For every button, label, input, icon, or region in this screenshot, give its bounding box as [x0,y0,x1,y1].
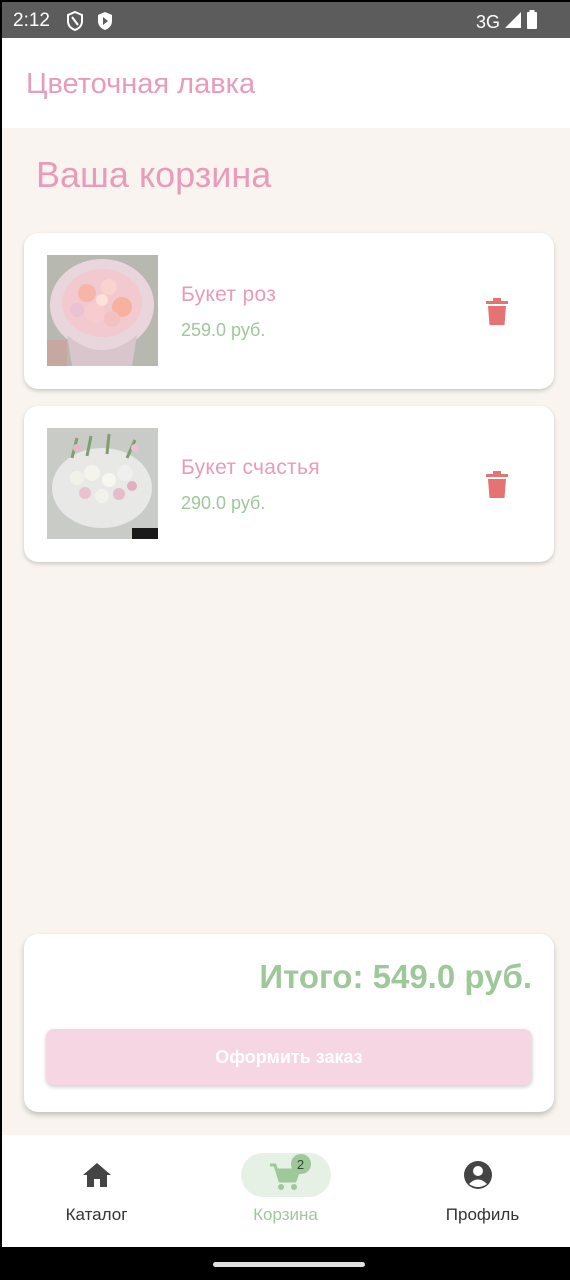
trash-icon [486,297,508,325]
page-title: Ваша корзина [36,154,272,195]
item-name: Букет счастья [181,456,320,479]
status-bar: 2:12 3G [2,2,570,38]
item-price: 290.0 руб. [181,493,266,513]
trash-icon [486,470,508,498]
checkout-button[interactable]: Оформить заказ [46,1029,532,1085]
bouquet-happiness-photo [47,428,158,539]
battery-icon [526,10,538,34]
nav-label: Профиль [445,1205,520,1224]
item-name: Букет роз [181,283,277,306]
app-bar: Цветочная лавка [2,38,570,128]
cart-item[interactable]: Букет счастья 290.0 руб. [24,406,554,562]
nav-label: Каталог [65,1205,128,1224]
shield-icon [66,10,84,36]
system-navigation-bar [2,1247,570,1280]
network-type: 3G [475,11,500,32]
play-protect-icon [96,11,114,36]
signal-icon [504,11,522,34]
home-gesture-handle[interactable] [213,1262,365,1267]
app-title: Цветочная лавка [26,68,256,100]
home-icon [82,1163,111,1187]
bottom-navigation: Каталог 2 Корзина Профиль [2,1135,570,1247]
nav-item-catalog[interactable]: Каталог [2,1135,191,1247]
nav-item-profile[interactable]: Профиль [380,1135,569,1247]
bouquet-roses-photo [47,255,158,366]
order-summary: Итого: 549.0 руб. Оформить заказ [24,934,554,1112]
delete-button[interactable] [482,466,512,502]
nav-item-cart[interactable]: 2 Корзина [191,1135,380,1247]
account-icon [464,1161,493,1189]
delete-button[interactable] [482,293,512,329]
cart-count-badge: 2 [290,1154,311,1174]
nav-label: Корзина [253,1205,318,1224]
app-screen: 2:12 3G Цветочная лавка Ваша корзина Бук… [2,2,570,1280]
cart-item[interactable]: Букет роз 259.0 руб. [24,233,554,389]
status-time: 2:12 [13,10,50,31]
total-amount: Итого: 549.0 руб. [259,958,532,995]
item-price: 259.0 руб. [181,320,266,340]
